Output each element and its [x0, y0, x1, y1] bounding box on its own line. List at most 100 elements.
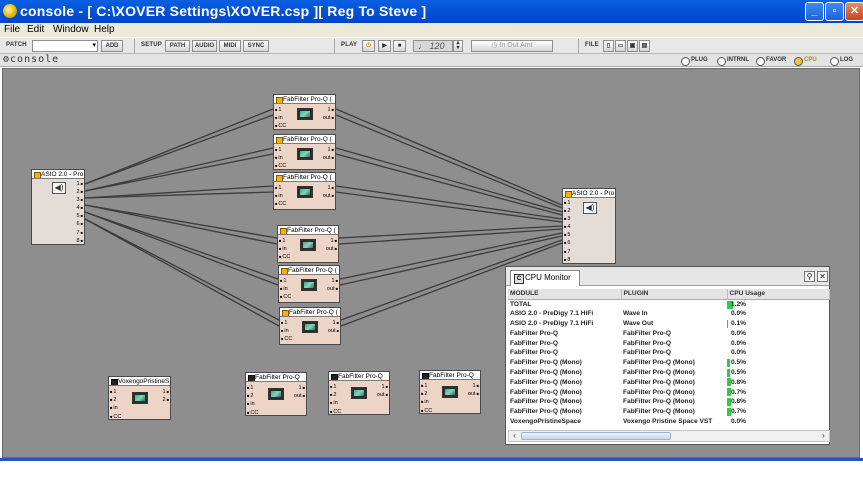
table-row[interactable]: VoxengoPristineSpace Voxengo Pristine Spa…: [508, 417, 830, 427]
output-port[interactable]: out: [327, 285, 338, 293]
pin-icon[interactable]: ⚲: [804, 271, 815, 282]
voxengo-module[interactable]: VoxengoPristineS 12inCC 12: [108, 376, 171, 420]
output-port[interactable]: 1: [468, 382, 479, 390]
input-port[interactable]: CC: [281, 335, 292, 343]
input-port[interactable]: 2: [564, 207, 570, 215]
input-port[interactable]: in: [421, 398, 432, 406]
output-port[interactable]: 1: [323, 146, 334, 154]
output-port[interactable]: 5: [77, 212, 83, 220]
table-row[interactable]: FabFilter Pro-Q (Mono) FabFilter Pro-Q (M…: [508, 407, 830, 417]
table-row[interactable]: FabFilter Pro-Q FabFilter Pro-Q 0.0%: [508, 328, 830, 338]
table-row[interactable]: ASIO 2.0 - PreDigy 7.1 HiFi Wave Out 0.1%: [508, 319, 830, 329]
scroll-right-icon[interactable]: ›: [818, 431, 829, 441]
output-port[interactable]: 6: [77, 220, 83, 228]
input-port[interactable]: 2: [110, 396, 121, 404]
output-port[interactable]: 4: [77, 204, 83, 212]
input-port[interactable]: 2: [247, 392, 258, 400]
output-port[interactable]: out: [294, 392, 305, 400]
input-port[interactable]: 7: [564, 248, 570, 256]
output-port[interactable]: 1: [323, 184, 334, 192]
input-port[interactable]: CC: [275, 122, 286, 130]
input-port[interactable]: in: [275, 114, 286, 122]
input-port[interactable]: 1: [275, 146, 286, 154]
fabfilter-module[interactable]: FabFilter Pro-Q ( 1inCC 1out: [278, 265, 340, 303]
output-port[interactable]: out: [323, 192, 334, 200]
fabfilter-module[interactable]: FabFilter Pro-Q 12inCC 1out: [328, 371, 390, 415]
input-port[interactable]: 1: [279, 237, 290, 245]
table-row[interactable]: FabFilter Pro-Q FabFilter Pro-Q 0.0%: [508, 348, 830, 358]
input-port[interactable]: CC: [247, 409, 258, 417]
output-port[interactable]: out: [468, 390, 479, 398]
output-port[interactable]: 1: [323, 106, 334, 114]
input-port[interactable]: 4: [564, 223, 570, 231]
fabfilter-module[interactable]: FabFilter Pro-Q ( 1inCC 1out: [279, 307, 341, 345]
input-port[interactable]: CC: [279, 253, 290, 261]
fabfilter-module[interactable]: FabFilter Pro-Q ( 1inCC 1out: [277, 225, 339, 263]
scroll-left-icon[interactable]: ‹: [509, 431, 520, 441]
input-port[interactable]: 1: [281, 319, 292, 327]
input-port[interactable]: CC: [110, 413, 121, 421]
asio-input-module[interactable]: ASIO 2.0 - Pro ◀) 1 2 3 4 5 6 7 8: [31, 169, 85, 245]
input-port[interactable]: CC: [275, 162, 286, 170]
output-port[interactable]: 1: [294, 384, 305, 392]
fabfilter-module[interactable]: FabFilter Pro-Q 12inCC 1out: [419, 370, 481, 414]
input-port[interactable]: in: [247, 400, 258, 408]
input-port[interactable]: 1: [421, 382, 432, 390]
input-port[interactable]: in: [281, 327, 292, 335]
input-port[interactable]: 1: [275, 184, 286, 192]
output-port[interactable]: 1: [77, 180, 83, 188]
output-port[interactable]: out: [323, 114, 334, 122]
input-port[interactable]: 1: [280, 277, 291, 285]
table-row[interactable]: ASIO 2.0 - PreDigy 7.1 HiFi Wave In 0.0%: [508, 309, 830, 319]
input-port[interactable]: CC: [421, 407, 432, 415]
output-port[interactable]: 8: [77, 237, 83, 245]
input-port[interactable]: 2: [421, 390, 432, 398]
output-port[interactable]: 1: [326, 237, 337, 245]
fabfilter-module[interactable]: FabFilter Pro-Q ( 1inCC 1out: [273, 94, 336, 130]
input-port[interactable]: CC: [275, 200, 286, 208]
input-port[interactable]: 5: [564, 231, 570, 239]
output-port[interactable]: 2: [163, 396, 169, 404]
fabfilter-module[interactable]: FabFilter Pro-Q ( 1inCC 1out: [273, 172, 336, 210]
input-port[interactable]: in: [279, 245, 290, 253]
output-port[interactable]: 1: [328, 319, 339, 327]
input-port[interactable]: CC: [330, 408, 341, 416]
table-row[interactable]: FabFilter Pro-Q (Mono) FabFilter Pro-Q (M…: [508, 387, 830, 397]
table-row[interactable]: TOTAL 1.2%: [508, 299, 830, 309]
input-port[interactable]: 3: [564, 215, 570, 223]
fabfilter-module[interactable]: FabFilter Pro-Q 12inCC 1out: [245, 372, 307, 416]
output-port[interactable]: 1: [327, 277, 338, 285]
input-port[interactable]: in: [110, 404, 121, 412]
table-row[interactable]: FabFilter Pro-Q (Mono) FabFilter Pro-Q (M…: [508, 358, 830, 368]
output-port[interactable]: out: [323, 154, 334, 162]
input-port[interactable]: CC: [280, 293, 291, 301]
output-port[interactable]: 7: [77, 229, 83, 237]
output-port[interactable]: 3: [77, 196, 83, 204]
input-port[interactable]: 1: [564, 199, 570, 207]
table-row[interactable]: FabFilter Pro-Q FabFilter Pro-Q 0.0%: [508, 338, 830, 348]
input-port[interactable]: in: [275, 154, 286, 162]
column-header-plugin[interactable]: PLUGIN: [621, 289, 728, 300]
input-port[interactable]: 1: [247, 384, 258, 392]
asio-output-module[interactable]: ASIO 2.0 - Pro ◀) 1 2 3 4 5 6 7 8: [562, 188, 616, 264]
input-port[interactable]: 6: [564, 239, 570, 247]
close-icon[interactable]: ✕: [817, 271, 828, 282]
scrollbar-thumb[interactable]: [521, 432, 671, 440]
column-header-cpu-usage[interactable]: CPU Usage: [727, 289, 830, 300]
output-port[interactable]: 1: [163, 388, 169, 396]
table-row[interactable]: FabFilter Pro-Q (Mono) FabFilter Pro-Q (M…: [508, 397, 830, 407]
column-header-module[interactable]: MODULE: [508, 289, 622, 300]
output-port[interactable]: 1: [377, 383, 388, 391]
table-row[interactable]: FabFilter Pro-Q (Mono) FabFilter Pro-Q (M…: [508, 377, 830, 387]
horizontal-scrollbar[interactable]: ‹ ›: [508, 430, 830, 442]
cpu-monitor-tab[interactable]: CPU Monitor: [510, 270, 580, 286]
output-port[interactable]: out: [377, 391, 388, 399]
output-port[interactable]: out: [326, 245, 337, 253]
fabfilter-module[interactable]: FabFilter Pro-Q ( 1inCC 1out: [273, 134, 336, 170]
input-port[interactable]: 8: [564, 256, 570, 264]
table-row[interactable]: FabFilter Pro-Q (Mono) FabFilter Pro-Q (M…: [508, 368, 830, 378]
input-port[interactable]: 1: [330, 383, 341, 391]
output-port[interactable]: out: [328, 327, 339, 335]
input-port[interactable]: in: [330, 399, 341, 407]
output-port[interactable]: 2: [77, 188, 83, 196]
